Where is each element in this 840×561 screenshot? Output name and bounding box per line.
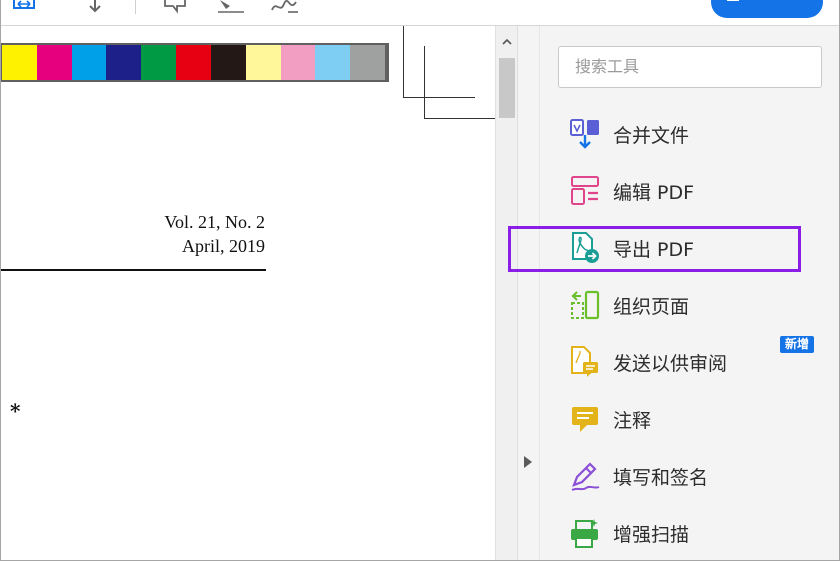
crop-mark — [403, 97, 475, 98]
tools-pane: 搜索工具 合并文件 编辑 PDF 导出 PDF 组织页面 发送以供审阅 注释 填… — [540, 26, 840, 561]
volume-line: Vol. 21, No. 2 — [164, 212, 265, 232]
color-swatch — [2, 45, 37, 80]
tool-enhance-scans[interactable]: 增强扫描 — [568, 513, 808, 553]
tool-label: 编辑 PDF — [613, 181, 695, 204]
document-page[interactable]: Vol. 21, No. 2 April, 2019 * — [0, 26, 495, 561]
color-swatch — [245, 45, 281, 80]
tool-organize-pages[interactable]: 组织页面 — [568, 285, 808, 325]
scroll-up-button[interactable] — [496, 34, 518, 48]
search-tools-input[interactable]: 搜索工具 — [558, 46, 822, 88]
crop-mark — [424, 46, 425, 119]
tool-label: 合并文件 — [613, 124, 690, 147]
scrollbar-thumb[interactable] — [499, 58, 515, 118]
collapse-pane-arrow-icon[interactable] — [524, 456, 532, 468]
sign-icon[interactable] — [270, 0, 300, 14]
highlight-icon[interactable] — [216, 0, 246, 14]
download-icon[interactable] — [86, 0, 104, 14]
new-badge: 新增 — [780, 336, 815, 353]
color-swatch — [315, 45, 351, 80]
edit-pdf-icon — [571, 176, 599, 205]
vertical-scrollbar[interactable] — [495, 26, 517, 561]
color-swatch — [71, 45, 107, 80]
journal-issue: Vol. 21, No. 2 April, 2019 — [164, 210, 265, 258]
chevron-up-icon — [502, 38, 512, 45]
pane-collapse-strip — [517, 26, 540, 561]
color-swatch — [176, 45, 211, 80]
tool-label: 导出 PDF — [613, 238, 695, 261]
date-line: April, 2019 — [182, 236, 265, 256]
color-swatch — [36, 45, 72, 80]
tool-label: 组织页面 — [613, 295, 690, 318]
header-rule — [0, 269, 266, 271]
organize-pages-icon — [571, 290, 600, 320]
tool-label: 增强扫描 — [613, 523, 690, 546]
color-swatch — [280, 45, 316, 80]
color-swatch — [210, 45, 246, 80]
share-button[interactable]: 共享 — [711, 0, 823, 18]
color-bar — [0, 43, 389, 82]
tool-comment[interactable]: 注释 — [568, 399, 808, 439]
tool-send-for-review[interactable]: 发送以供审阅 — [568, 342, 808, 382]
toolbar-separator — [135, 0, 136, 14]
color-swatch — [350, 45, 385, 80]
fill-sign-icon — [571, 462, 600, 491]
tool-label: 发送以供审阅 — [613, 352, 728, 375]
combine-files-icon — [570, 119, 599, 149]
footnote-mark: * — [10, 399, 21, 423]
tool-export-pdf[interactable]: 导出 PDF — [568, 228, 808, 268]
comment-icon — [572, 407, 598, 432]
enhance-scans-icon — [571, 519, 598, 548]
send-for-review-icon — [571, 346, 598, 377]
share-icon — [727, 0, 739, 1]
color-swatch — [141, 45, 177, 80]
tool-fill-and-sign[interactable]: 填写和签名 — [568, 456, 808, 496]
color-swatch — [106, 45, 142, 80]
top-toolbar: 共享 — [0, 0, 840, 26]
tool-edit-pdf[interactable]: 编辑 PDF — [568, 171, 808, 211]
fit-width-icon[interactable] — [13, 0, 35, 14]
tool-label: 注释 — [613, 409, 652, 432]
comment-icon[interactable] — [163, 0, 189, 14]
crop-mark — [424, 118, 495, 119]
share-button-label: 共享 — [759, 0, 787, 13]
tool-combine-files[interactable]: 合并文件 — [568, 114, 808, 154]
tool-label: 填写和签名 — [613, 466, 709, 489]
crop-mark — [403, 26, 404, 98]
export-pdf-icon — [572, 232, 599, 263]
